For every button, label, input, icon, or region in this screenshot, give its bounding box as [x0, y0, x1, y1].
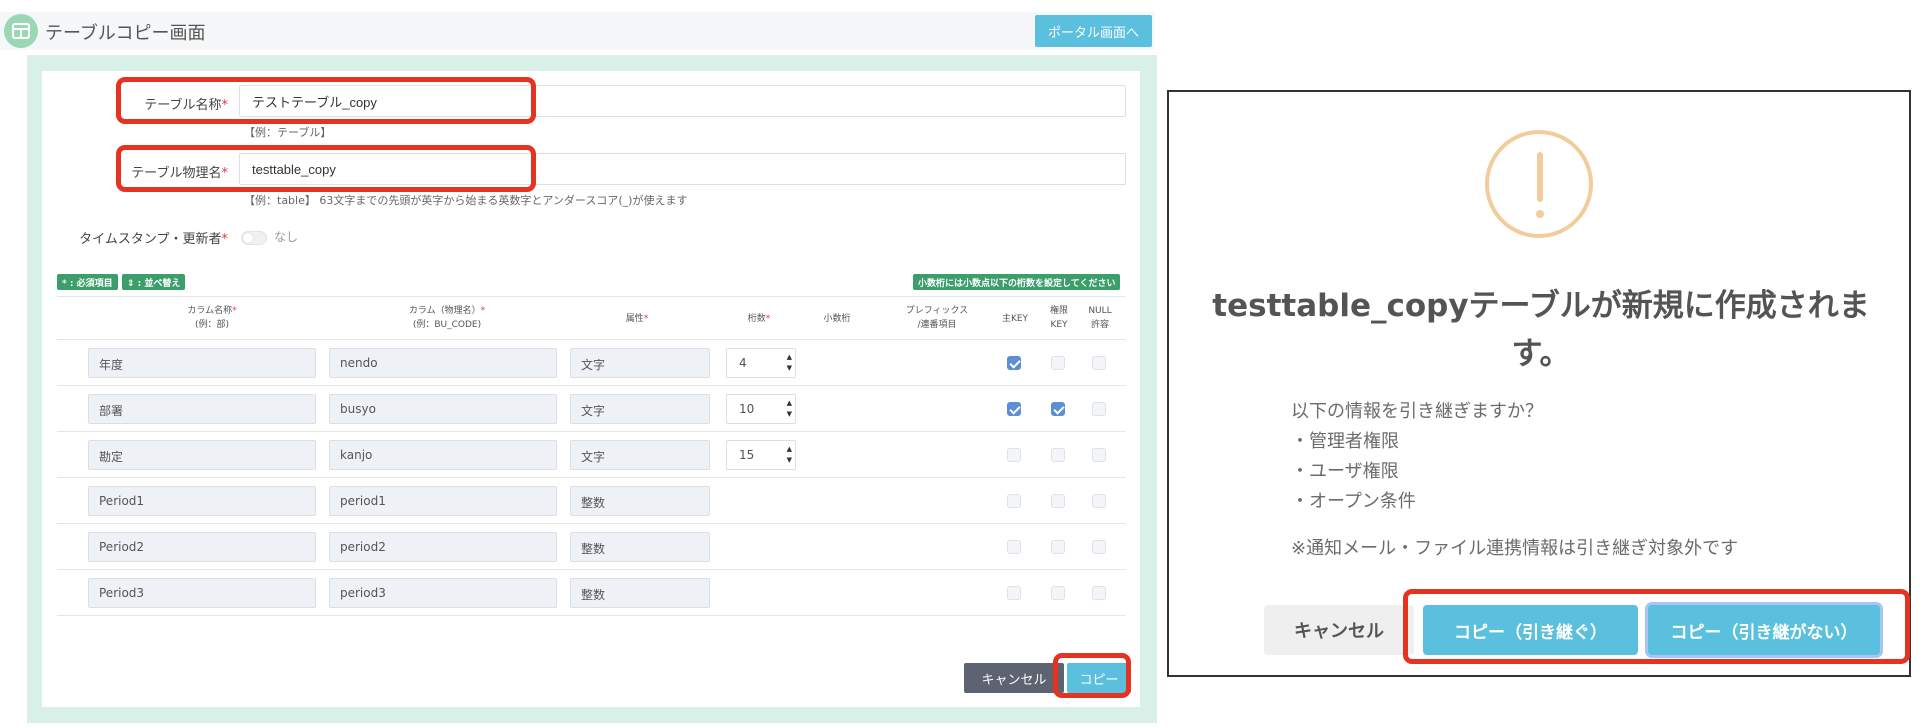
decimal-note-tag: 小数桁には小数点以下の桁数を設定してください [913, 274, 1121, 290]
table-name-row: テーブル名称* [42, 83, 1140, 123]
column-name-input[interactable]: Period3 [88, 578, 316, 608]
null-allowed-checkbox[interactable] [1092, 540, 1106, 554]
header-main-key: 主KEY [1001, 314, 1029, 324]
physical-name-label: テーブル物理名* [131, 166, 228, 181]
cancel-button[interactable]: キャンセル [964, 663, 1064, 693]
table-row: Period3 period3 整数 [57, 570, 1126, 616]
attribute-select[interactable]: 文字 [570, 348, 710, 378]
portal-button[interactable]: ポータル画面へ [1035, 15, 1152, 47]
content-frame: テーブル名称* 【例：テーブル】 テーブル物理名* 【例：table】 63文字… [27, 55, 1157, 723]
page-title: テーブルコピー画面 [45, 23, 206, 44]
digits-stepper[interactable]: 4 ▲ ▼ [726, 348, 796, 378]
auth-key-checkbox[interactable] [1051, 586, 1065, 600]
header-auth-key: 権限 KEY [1049, 306, 1068, 330]
null-allowed-checkbox[interactable] [1092, 494, 1106, 508]
table-row: Period2 period2 整数 [57, 524, 1126, 570]
digits-stepper[interactable]: 10 ▲ ▼ [726, 394, 796, 424]
digits-stepper[interactable]: 15 ▲ ▼ [726, 440, 796, 470]
table-icon [4, 14, 38, 48]
column-physical-input[interactable]: period2 [329, 532, 557, 562]
column-name-input[interactable]: Period1 [88, 486, 316, 516]
attribute-select[interactable]: 文字 [570, 440, 710, 470]
digits-value: 15 [739, 448, 755, 462]
header-decimal: 小数桁 [823, 314, 851, 324]
main-key-checkbox[interactable] [1007, 586, 1021, 600]
table-row: Period1 period1 整数 [57, 478, 1126, 524]
digits-value: 10 [739, 402, 755, 416]
main-key-checkbox[interactable] [1007, 448, 1021, 462]
timestamp-label: タイムスタンプ・更新者* [79, 232, 228, 247]
sort-legend-tag: ⇕ : 並べ替え [122, 274, 186, 290]
main-key-checkbox[interactable] [1007, 494, 1021, 508]
confirm-dialog: testtable_copyテーブルが新規に作成されます。 以下の情報を引き継ぎ… [1167, 90, 1911, 677]
column-name-input[interactable]: 部署 [88, 394, 316, 424]
auth-key-checkbox[interactable] [1051, 402, 1065, 416]
table-copy-screen: テーブルコピー画面 ポータル画面へ テーブル名称* 【例：テーブル】 テーブル物… [0, 0, 1160, 728]
table-row: 部署 busyo 文字 10 ▲ ▼ [57, 386, 1126, 432]
spinner-icon[interactable]: ▲ ▼ [787, 398, 792, 420]
dialog-note: ※通知メール・ファイル連携情報は引き継ぎ対象外です [1291, 538, 1739, 559]
timestamp-toggle[interactable] [241, 231, 267, 245]
dialog-cancel-button[interactable]: キャンセル [1264, 605, 1414, 655]
attribute-select[interactable]: 整数 [570, 486, 710, 516]
required-legend-tag: * : 必須項目 [57, 274, 118, 290]
table-name-input[interactable] [239, 85, 1126, 117]
dialog-title: testtable_copyテーブルが新規に作成されます。 [1212, 288, 1870, 372]
header-attribute: 属性* [625, 314, 649, 324]
warning-icon [1485, 130, 1593, 238]
timestamp-value: なし [274, 230, 299, 244]
auth-key-checkbox[interactable] [1051, 448, 1065, 462]
dialog-body: 以下の情報を引き継ぎますか？ ・管理者権限 ・ユーザ権限 ・オープン条件 [1291, 397, 1543, 517]
column-name-input[interactable]: Period2 [88, 532, 316, 562]
main-key-checkbox[interactable] [1007, 356, 1021, 370]
header-col-physical: カラム（物理名）* (例：BU_CODE) [408, 306, 486, 330]
column-physical-input[interactable]: nendo [329, 348, 557, 378]
null-allowed-checkbox[interactable] [1092, 448, 1106, 462]
null-allowed-checkbox[interactable] [1092, 586, 1106, 600]
header-digits: 桁数* [747, 314, 771, 324]
dialog-question: 以下の情報を引き継ぎますか？ [1291, 401, 1543, 422]
attribute-select[interactable]: 整数 [570, 532, 710, 562]
header-col-name: カラム名称* (例：部) [187, 306, 237, 330]
column-name-input[interactable]: 勘定 [88, 440, 316, 470]
copy-keep-button[interactable]: コピー（引き継ぐ） [1423, 605, 1638, 655]
copy-button[interactable]: コピー [1067, 663, 1131, 693]
auth-key-checkbox[interactable] [1051, 494, 1065, 508]
digits-value: 4 [739, 356, 747, 370]
attribute-select[interactable]: 整数 [570, 578, 710, 608]
table-row: 勘定 kanjo 文字 15 ▲ ▼ [57, 432, 1126, 478]
physical-name-hint: 【例：table】 63文字までの先頭が英字から始まる英数字とアンダースコア(_… [244, 194, 688, 207]
timestamp-row: タイムスタンプ・更新者* [42, 217, 1140, 257]
column-physical-input[interactable]: period1 [329, 486, 557, 516]
auth-key-checkbox[interactable] [1051, 356, 1065, 370]
table-name-label: テーブル名称* [144, 98, 228, 113]
copy-nokeep-button[interactable]: コピー（引き継がない） [1648, 605, 1880, 655]
column-physical-input[interactable]: kanjo [329, 440, 557, 470]
attribute-select[interactable]: 文字 [570, 394, 710, 424]
app-header: テーブルコピー画面 ポータル画面へ [0, 12, 1155, 50]
header-null: NULL 許容 [1088, 306, 1112, 330]
null-allowed-checkbox[interactable] [1092, 356, 1106, 370]
table-row: 年度 nendo 文字 4 ▲ ▼ [57, 340, 1126, 386]
null-allowed-checkbox[interactable] [1092, 402, 1106, 416]
table-name-hint: 【例：テーブル】 [244, 126, 332, 139]
spinner-icon[interactable]: ▲ ▼ [787, 352, 792, 374]
column-table-header: カラム名称* (例：部) カラム（物理名）* (例：BU_CODE) 属性* 桁数*… [57, 297, 1126, 340]
column-physical-input[interactable]: period3 [329, 578, 557, 608]
physical-name-input[interactable] [239, 153, 1126, 185]
content-panel: テーブル名称* 【例：テーブル】 テーブル物理名* 【例：table】 63文字… [42, 71, 1140, 707]
auth-key-checkbox[interactable] [1051, 540, 1065, 554]
header-prefix: プレフィックス/連番項目 [905, 306, 969, 330]
column-table-body: 年度 nendo 文字 4 ▲ ▼ 部署 busyo 文字 10 ▲ ▼ 勘定 kanjo 文字 15 ▲ ▼ Pe… [57, 340, 1126, 616]
spinner-icon[interactable]: ▲ ▼ [787, 444, 792, 466]
column-name-input[interactable]: 年度 [88, 348, 316, 378]
physical-name-row: テーブル物理名* [42, 151, 1140, 191]
dialog-item-user: ・ユーザ権限 [1291, 461, 1399, 482]
main-key-checkbox[interactable] [1007, 402, 1021, 416]
main-key-checkbox[interactable] [1007, 540, 1021, 554]
dialog-item-admin: ・管理者権限 [1291, 431, 1399, 452]
column-physical-input[interactable]: busyo [329, 394, 557, 424]
column-table: カラム名称* (例：部) カラム（物理名）* (例：BU_CODE) 属性* 桁数*… [57, 296, 1126, 616]
dialog-item-open: ・オープン条件 [1291, 491, 1416, 512]
